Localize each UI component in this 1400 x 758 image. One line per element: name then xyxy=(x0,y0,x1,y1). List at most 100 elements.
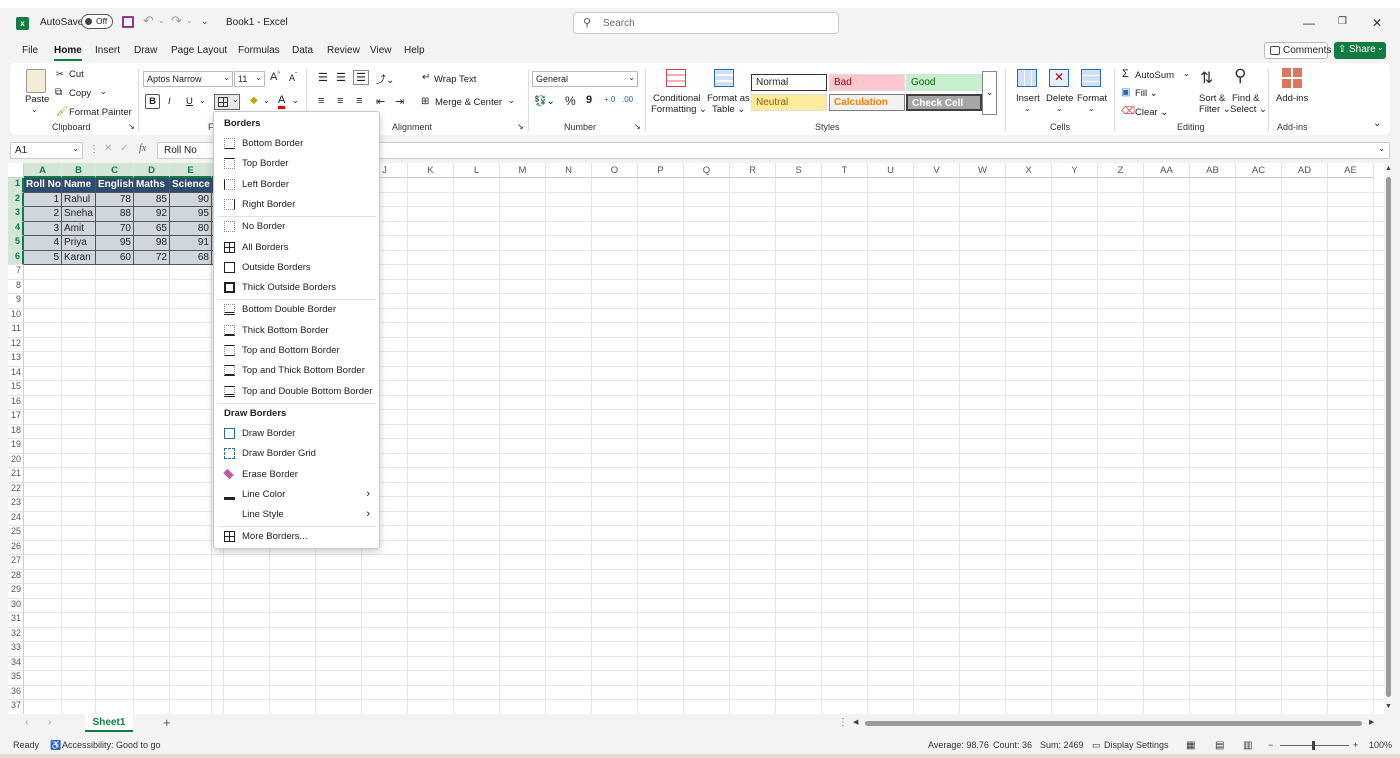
row-header-16[interactable]: 16 xyxy=(8,395,24,410)
copy-dropdown-icon[interactable]: ⌄ xyxy=(100,87,107,96)
align-middle-icon[interactable]: ☰ xyxy=(336,71,346,84)
comma-style-button[interactable]: 9 xyxy=(586,94,592,106)
column-header-w[interactable]: W xyxy=(960,163,1006,178)
column-header-r[interactable]: R xyxy=(730,163,776,178)
page-break-view-icon[interactable]: ▥ xyxy=(1243,740,1252,751)
row-header-34[interactable]: 34 xyxy=(8,656,24,671)
zoom-out-button[interactable]: − xyxy=(1268,740,1273,750)
zoom-slider-thumb[interactable] xyxy=(1312,741,1315,750)
header-cell[interactable]: Roll No xyxy=(24,178,62,193)
row-header-7[interactable]: 7 xyxy=(8,265,24,280)
column-header-t[interactable]: T xyxy=(822,163,868,178)
borders-button[interactable]: ⌄ xyxy=(214,94,240,110)
number-launcher-icon[interactable]: ↘ xyxy=(634,122,641,131)
style-calculation[interactable]: Calculation xyxy=(829,94,905,111)
row-header-13[interactable]: 13 xyxy=(8,352,24,367)
row-header-10[interactable]: 10 xyxy=(8,308,24,323)
menu-item-right-border[interactable]: Right Border xyxy=(218,195,376,215)
align-top-icon[interactable]: ☰ xyxy=(318,71,328,84)
row-header-15[interactable]: 15 xyxy=(8,381,24,396)
column-header-ab[interactable]: AB xyxy=(1190,163,1236,178)
menu-item-thick-bottom-border[interactable]: Thick Bottom Border xyxy=(218,321,376,341)
row-header-33[interactable]: 33 xyxy=(8,642,24,657)
collapse-ribbon-icon[interactable]: ⌄ xyxy=(1373,118,1381,129)
data-cell[interactable]: Priya xyxy=(62,236,96,251)
column-header-s[interactable]: S xyxy=(776,163,822,178)
tab-home[interactable]: Home xyxy=(54,45,82,56)
merge-center-button[interactable]: Merge & Center xyxy=(435,97,502,108)
vertical-scrollbar[interactable]: ▲ ▼ xyxy=(1384,163,1393,714)
header-cell[interactable]: Maths xyxy=(134,178,170,193)
row-header-24[interactable]: 24 xyxy=(8,511,24,526)
menu-item-more-borders[interactable]: More Borders... xyxy=(218,527,376,547)
sort-filter-button[interactable]: Sort & xyxy=(1199,93,1225,104)
delete-dropdown-icon[interactable]: ⌄ xyxy=(1056,104,1063,113)
insert-function-icon[interactable]: fx xyxy=(139,143,146,154)
name-box[interactable]: A1 ⌄ xyxy=(10,142,83,159)
row-header-23[interactable]: 23 xyxy=(8,497,24,512)
row-header-36[interactable]: 36 xyxy=(8,685,24,700)
tab-draw[interactable]: Draw xyxy=(134,45,157,56)
column-header-d[interactable]: D xyxy=(134,163,170,178)
menu-item-top-and-bottom-border[interactable]: Top and Bottom Border xyxy=(218,341,376,361)
data-cell[interactable]: 80 xyxy=(170,221,212,236)
header-cell[interactable]: Name xyxy=(62,178,96,193)
column-header-u[interactable]: U xyxy=(868,163,914,178)
row-header-21[interactable]: 21 xyxy=(8,468,24,483)
row-header-20[interactable]: 20 xyxy=(8,453,24,468)
bold-button[interactable]: B xyxy=(145,94,160,109)
row-header-26[interactable]: 26 xyxy=(8,540,24,555)
column-header-a[interactable]: A xyxy=(24,163,62,178)
column-header-q[interactable]: Q xyxy=(684,163,730,178)
fill-button[interactable]: Fill ⌄ xyxy=(1135,88,1158,99)
menu-item-bottom-border[interactable]: Bottom Border xyxy=(218,134,376,154)
paste-button[interactable]: Paste xyxy=(25,94,49,105)
increase-decimal-icon[interactable]: +.0 xyxy=(604,95,615,104)
style-check-cell[interactable]: Check Cell xyxy=(906,94,982,111)
vertical-scroll-thumb[interactable] xyxy=(1386,177,1391,697)
decrease-decimal-icon[interactable]: .00 xyxy=(622,95,633,104)
menu-item-line-style[interactable]: Line Style › xyxy=(218,505,376,525)
data-cell[interactable]: 3 xyxy=(24,221,62,236)
row-header-30[interactable]: 30 xyxy=(8,598,24,613)
comments-button[interactable]: Comments xyxy=(1264,42,1331,59)
data-cell[interactable]: 78 xyxy=(96,192,134,207)
row-header-1[interactable]: 1 xyxy=(8,178,24,193)
menu-item-draw-border[interactable]: Draw Border xyxy=(218,424,376,444)
horizontal-scroll-thumb[interactable] xyxy=(865,721,1362,726)
sheet-options-icon[interactable]: ⋮ xyxy=(838,717,848,728)
page-layout-view-icon[interactable]: ▤ xyxy=(1215,740,1224,751)
tab-file[interactable]: File xyxy=(22,45,38,56)
align-left-icon[interactable]: ≡ xyxy=(318,95,324,107)
orientation-icon[interactable]: ⤴⌄ xyxy=(376,71,394,86)
column-header-c[interactable]: C xyxy=(96,163,134,178)
menu-item-erase-border[interactable]: Erase Border xyxy=(218,465,376,485)
addins-button[interactable]: Add-ins xyxy=(1276,93,1308,104)
row-header-9[interactable]: 9 xyxy=(8,294,24,309)
enter-icon[interactable]: ✓ xyxy=(120,143,128,154)
data-cell[interactable]: 98 xyxy=(134,236,170,251)
insert-cells-button[interactable]: Insert xyxy=(1016,93,1040,104)
shrink-font-button[interactable]: Aˇ xyxy=(289,73,297,83)
data-cell[interactable]: 65 xyxy=(134,221,170,236)
column-header-ac[interactable]: AC xyxy=(1236,163,1282,178)
style-good[interactable]: Good xyxy=(906,74,982,91)
accessibility-status[interactable]: Accessibility: Good to go xyxy=(62,740,161,750)
data-cell[interactable]: 95 xyxy=(170,207,212,222)
zoom-in-button[interactable]: + xyxy=(1353,740,1358,750)
style-bad[interactable]: Bad xyxy=(829,74,905,91)
styles-more-button[interactable]: ⌄ xyxy=(982,71,997,115)
underline-button[interactable]: U xyxy=(186,96,193,107)
row-header-4[interactable]: 4 xyxy=(8,221,24,236)
scroll-left-icon[interactable]: ◀ xyxy=(853,718,858,726)
data-cell[interactable]: Amit xyxy=(62,221,96,236)
menu-item-bottom-double-border[interactable]: Bottom Double Border xyxy=(218,300,376,320)
data-cell[interactable]: 2 xyxy=(24,207,62,222)
grow-font-button[interactable]: A^ xyxy=(270,71,280,83)
row-header-6[interactable]: 6 xyxy=(8,250,24,265)
data-cell[interactable]: 88 xyxy=(96,207,134,222)
data-cell[interactable]: Sneha xyxy=(62,207,96,222)
data-cell[interactable]: 95 xyxy=(96,236,134,251)
redo-dropdown-icon[interactable]: ⌄ xyxy=(186,16,193,25)
tab-view[interactable]: View xyxy=(370,45,392,56)
